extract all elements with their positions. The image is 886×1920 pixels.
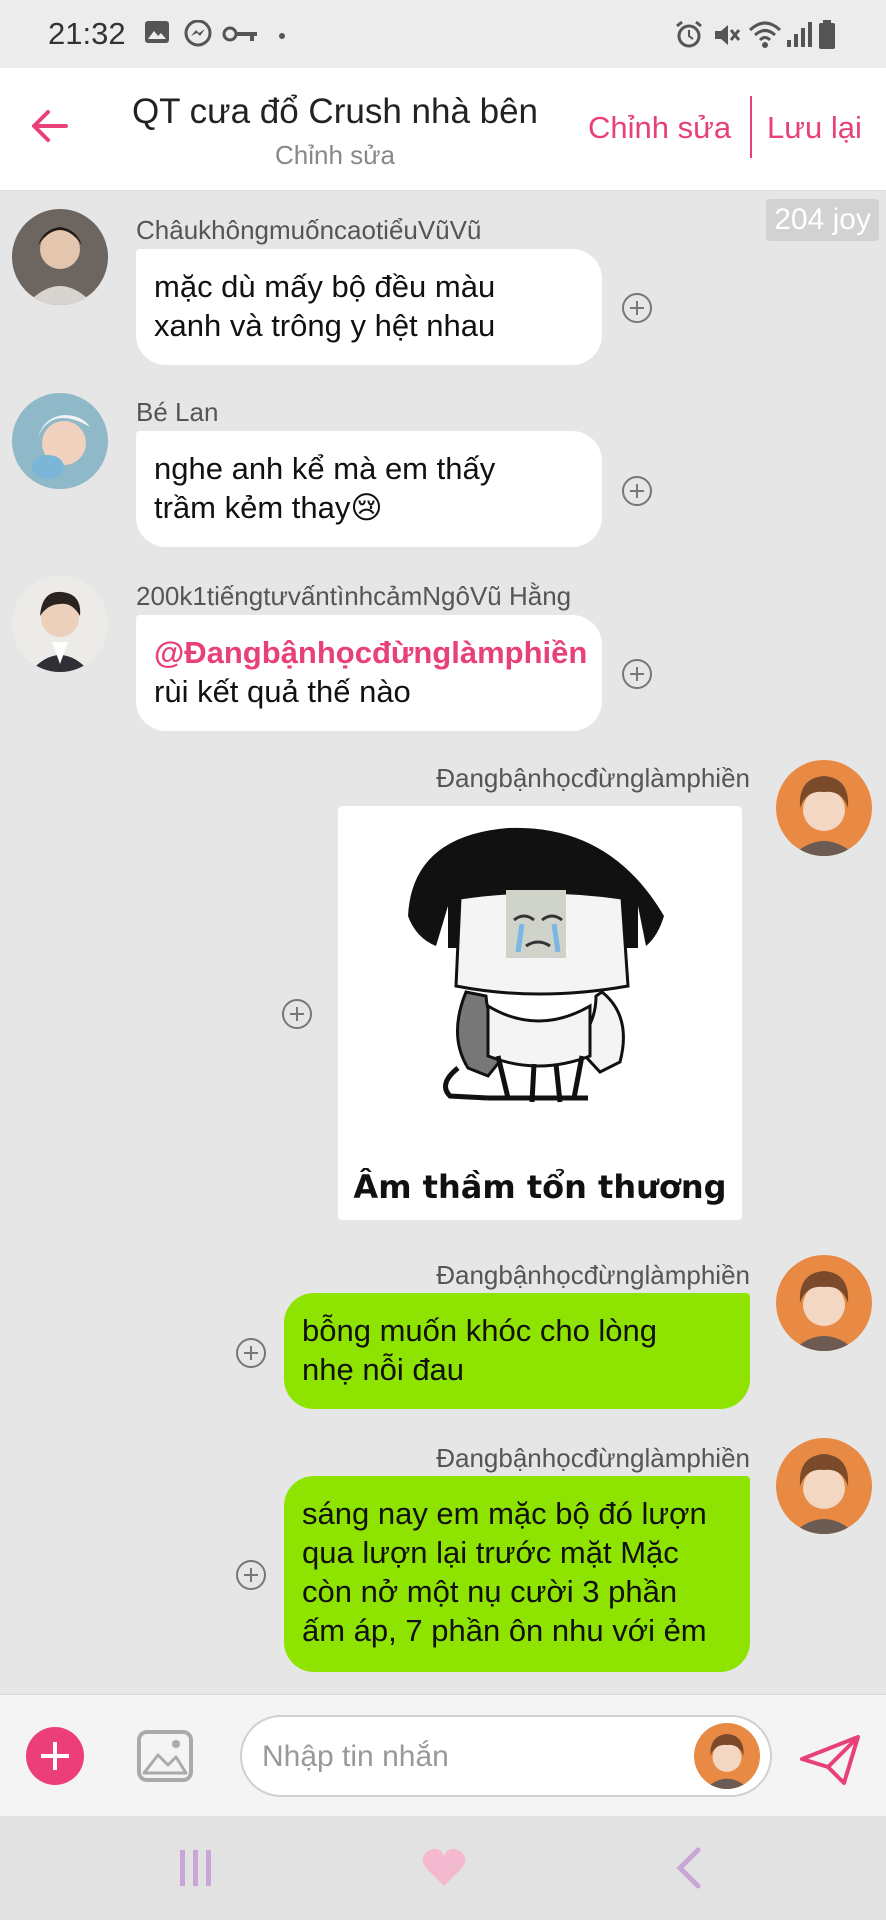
page-title: QT cưa đổ Crush nhà bên — [131, 92, 539, 131]
image-picker-icon[interactable] — [136, 1729, 194, 1783]
reaction-add-icon[interactable] — [282, 999, 312, 1029]
message-bubble[interactable]: nghe anh kể mà em thấy trầm kẻm thay😢 — [136, 431, 602, 547]
mute-icon — [715, 25, 741, 45]
joy-badge: 204 joy — [766, 199, 879, 241]
app-header: QT cưa đổ Crush nhà bên Chỉnh sửa Chỉnh … — [0, 68, 886, 191]
reaction-add-icon[interactable] — [622, 476, 652, 506]
message-input[interactable] — [260, 1733, 664, 1781]
avatar[interactable] — [12, 393, 108, 489]
message-input-wrapper — [240, 1715, 772, 1797]
signal-icon — [787, 22, 812, 47]
reaction-add-icon[interactable] — [236, 1560, 266, 1590]
header-divider — [750, 96, 752, 158]
home-heart-icon[interactable] — [420, 1846, 468, 1890]
sender-name: Đangbậnhọcđừnglàmphiền — [436, 763, 750, 793]
avatar[interactable] — [776, 1438, 872, 1534]
send-icon[interactable] — [798, 1733, 862, 1787]
alarm-icon — [676, 20, 702, 48]
sender-name: ChâukhôngmuốncaotiểuVũVũ — [136, 215, 482, 245]
avatar[interactable] — [776, 760, 872, 856]
reaction-add-icon[interactable] — [622, 293, 652, 323]
message-text: ấm áp, 7 phần ôn nhu với ẻm — [302, 1613, 707, 1648]
edit-button[interactable]: Chỉnh sửa — [588, 110, 731, 146]
message-text: trầm kẻm thay😢 — [154, 490, 383, 525]
character-avatar-selector[interactable] — [694, 1723, 760, 1789]
save-button[interactable]: Lưu lại — [767, 110, 862, 146]
back-icon[interactable] — [672, 1846, 706, 1890]
message-text: bỗng muốn khóc cho lòng — [302, 1313, 658, 1348]
sender-name: 200k1tiếngtưvấntìnhcảmNgôVũ Hằng — [136, 581, 572, 611]
key-icon — [222, 26, 257, 42]
message-text: xanh và trông y hệt nhau — [154, 308, 496, 343]
avatar[interactable] — [12, 209, 108, 305]
message-text: còn nở một nụ cười 3 phần — [302, 1574, 678, 1609]
sticker-caption: Âm thầm tổn thương — [353, 1168, 727, 1206]
message-text: nghe anh kể mà em thấy — [154, 451, 496, 486]
message-text: rùi kết quả thế nào — [154, 674, 411, 709]
message-input-bar — [0, 1694, 886, 1817]
sender-name: Bé Lan — [136, 397, 219, 427]
battery-icon — [819, 20, 835, 49]
crying-meme-illustration — [408, 827, 664, 1103]
sticker-image[interactable]: Âm thầm tổn thương — [338, 806, 742, 1220]
status-time: 21:32 — [48, 16, 126, 51]
avatar[interactable] — [12, 576, 108, 672]
mention-link[interactable]: @Đangbậnhọcđừnglàmphiền — [154, 633, 587, 672]
reaction-add-icon[interactable] — [622, 659, 652, 689]
message-bubble[interactable]: @Đangbậnhọcđừnglàmphiền rùi kết quả thế … — [136, 615, 602, 731]
reaction-add-icon[interactable] — [236, 1338, 266, 1368]
message-text: mặc dù mấy bộ đều màu — [154, 269, 496, 304]
chat-area[interactable]: 204 joy ChâukhôngmuốncaotiểuVũVũ mặc dù … — [0, 191, 886, 1694]
sender-name: Đangbậnhọcđừnglàmphiền — [436, 1260, 750, 1290]
sender-name: Đangbậnhọcđừnglàmphiền — [436, 1443, 750, 1473]
back-arrow-icon[interactable] — [26, 104, 70, 148]
dot-icon — [279, 33, 285, 39]
page-subtitle: Chỉnh sửa — [274, 140, 396, 170]
message-bubble[interactable]: mặc dù mấy bộ đều màu xanh và trông y hệ… — [136, 249, 602, 365]
gallery-icon — [145, 21, 169, 43]
message-bubble[interactable]: bỗng muốn khóc cho lòng nhẹ nỗi đau — [284, 1293, 750, 1409]
message-text: nhẹ nỗi đau — [302, 1352, 465, 1387]
message-bubble[interactable]: sáng nay em mặc bộ đó lượn qua lượn lại … — [284, 1476, 750, 1672]
message-text: qua lượn lại trước mặt Mặc — [302, 1535, 679, 1570]
system-nav-bar — [0, 1816, 886, 1920]
recent-apps-icon[interactable] — [176, 1846, 216, 1890]
message-text: sáng nay em mặc bộ đó lượn — [302, 1496, 707, 1531]
messenger-icon — [184, 20, 212, 47]
status-bar: 21:32 — [0, 0, 886, 68]
add-attachment-button[interactable] — [26, 1727, 84, 1785]
avatar[interactable] — [776, 1255, 872, 1351]
wifi-icon — [748, 21, 782, 48]
